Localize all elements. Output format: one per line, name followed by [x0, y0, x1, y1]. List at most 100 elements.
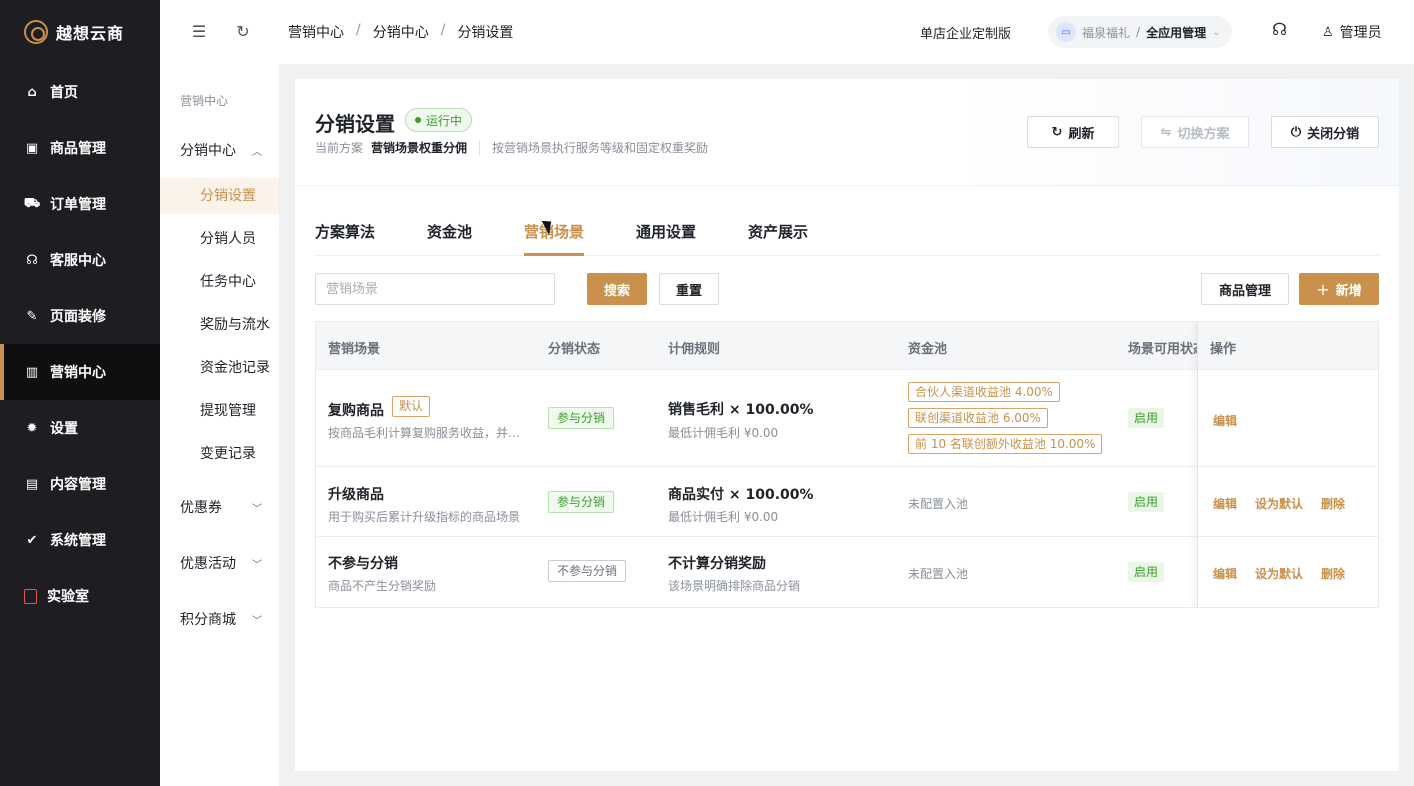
column-header: 分销状态	[548, 342, 601, 357]
commission-rule: 不计算分销奖励	[668, 556, 766, 572]
refresh-button[interactable]: ↻ 刷新	[1027, 116, 1119, 148]
delete-link[interactable]: 删除	[1321, 495, 1345, 512]
breadcrumb-item[interactable]: 分销中心	[373, 22, 429, 42]
scene-search-input[interactable]	[315, 273, 555, 305]
divider	[479, 140, 481, 155]
subnav-group-distribution[interactable]: 分销中心 ︿	[180, 140, 262, 160]
user-icon: ♙	[1322, 24, 1334, 40]
tab-general-settings[interactable]: 通用设置	[636, 221, 696, 256]
sidebar-item-goods[interactable]: ▣ 商品管理	[0, 120, 160, 176]
sidebar-item-label: 客服中心	[50, 253, 106, 269]
subnav-item-rewards[interactable]: 奖励与流水	[160, 307, 279, 343]
sidebar-item-orders[interactable]: ⛟ 订单管理	[0, 176, 160, 232]
chevron-down-icon: ﹀	[252, 559, 262, 571]
goods-management-button[interactable]: 商品管理	[1201, 273, 1289, 305]
user-name: 管理员	[1339, 25, 1382, 41]
fund-pool-empty: 未配置入池	[908, 567, 969, 581]
table-header: 营销场景 分销状态 计佣规则 资金池 场景可用状态 操作	[316, 322, 1378, 370]
plan-info: 当前方案 营销场景权重分佣 按营销场景执行服务等级和固定权重奖励	[315, 139, 708, 156]
set-default-link[interactable]: 设为默认	[1255, 565, 1303, 582]
sidebar-item-label: 内容管理	[50, 477, 106, 493]
fund-pool-empty: 未配置入池	[908, 497, 969, 511]
distribution-status-tag: 参与分销	[548, 407, 615, 429]
search-button[interactable]: 搜索	[587, 273, 647, 305]
table-row: 升级商品 用于购买后累计升级指标的商品场景 参与分销 商品实付 × 100.00…	[316, 467, 1378, 537]
delete-link[interactable]: 删除	[1321, 565, 1345, 582]
distribution-status-tag: 参与分销	[548, 491, 615, 513]
sidebar-item-marketing[interactable]: ▥ 营销中心	[0, 344, 160, 400]
default-badge: 默认	[392, 396, 431, 417]
plan-name: 营销场景权重分佣	[371, 141, 468, 155]
shop-icon: ▥	[25, 364, 39, 380]
brand[interactable]: 越想云商	[0, 0, 160, 64]
column-header: 计佣规则	[668, 342, 721, 357]
reset-button[interactable]: 重置	[659, 273, 719, 305]
breadcrumb-separator: /	[440, 22, 446, 38]
tab-fund-pool[interactable]: 资金池	[427, 221, 472, 256]
scene-name: 不参与分销	[328, 556, 398, 572]
edit-link[interactable]: 编辑	[1213, 565, 1237, 582]
set-default-link[interactable]: 设为默认	[1255, 495, 1303, 512]
add-label: 新增	[1335, 283, 1362, 299]
distribution-status-tag: 不参与分销	[548, 560, 627, 582]
subnav-group-promotions[interactable]: 优惠活动 ﹀	[180, 553, 262, 573]
org-switcher[interactable]: ▭ 福泉福礼 / 全应用管理 ⌄	[1048, 16, 1233, 48]
sidebar-item-label: 实验室	[47, 589, 89, 605]
sidebar-item-system[interactable]: ✔ 系统管理	[0, 512, 160, 568]
org-name: 福泉福礼	[1082, 25, 1131, 40]
subnav-group-label: 优惠券	[180, 500, 222, 516]
add-button[interactable]: + 新增	[1299, 273, 1379, 305]
commission-rule-sub: 最低计佣毛利 ¥0.00	[668, 510, 779, 524]
page-title: 分销设置	[315, 112, 395, 136]
sidebar-item-settings[interactable]: ✹ 设置	[0, 400, 160, 456]
sidebar-item-home[interactable]: ⌂ 首页	[0, 64, 160, 120]
edit-link[interactable]: 编辑	[1213, 495, 1237, 512]
edit-link[interactable]: 编辑	[1213, 412, 1237, 429]
scene-name: 升级商品	[328, 487, 384, 503]
subnav-item-withdrawals[interactable]: 提现管理	[160, 393, 279, 429]
scene-description: 按商品毛利计算复购服务收益，并…	[328, 426, 521, 440]
subnav-item-tasks[interactable]: 任务中心	[160, 264, 279, 300]
subnav-item-change-log[interactable]: 变更记录	[160, 436, 279, 472]
sidebar-item-content[interactable]: ▤ 内容管理	[0, 456, 160, 512]
breadcrumb-item: 分销设置	[457, 25, 514, 41]
refresh-icon: ↻	[1051, 124, 1063, 140]
status-badge: 运行中	[405, 108, 473, 132]
scenes-table: 营销场景 分销状态 计佣规则 资金池 场景可用状态 操作 复购商品 默认 按商品…	[315, 321, 1379, 608]
breadcrumb-item[interactable]: 营销中心	[288, 22, 344, 42]
sidebar-item-label: 商品管理	[50, 141, 106, 157]
sidebar-item-service[interactable]: ☊ 客服中心	[0, 232, 160, 288]
subnav-title: 营销中心	[180, 94, 229, 108]
switch-plan-button[interactable]: ⇋ 切换方案	[1141, 116, 1249, 148]
tab-asset-display[interactable]: 资产展示	[748, 221, 808, 256]
sidebar-item-lab[interactable]: 实验室	[0, 568, 160, 624]
tab-bar: 方案算法 资金池 营销场景 通用设置 资产展示	[315, 217, 1379, 256]
fund-pool-tag: 前 10 名联创额外收益池 10.00%	[908, 434, 1103, 454]
monitor-icon: ▭	[1056, 22, 1076, 42]
subnav-item-pool-records[interactable]: 资金池记录	[160, 350, 279, 386]
org-app: 全应用管理	[1146, 25, 1207, 40]
tab-plan-algorithm[interactable]: 方案算法	[315, 221, 375, 256]
column-header: 场景可用状态	[1128, 342, 1197, 357]
column-header: 操作	[1210, 342, 1237, 357]
fund-pool-tag: 联创渠道收益池 6.00%	[908, 408, 1048, 428]
reload-icon[interactable]: ↻	[234, 23, 252, 41]
main-sidebar: 越想云商 ⌂ 首页 ▣ 商品管理 ⛟ 订单管理 ☊ 客服中心 ✎ 页面装修 ▥ 营销中心 ✹…	[0, 0, 160, 786]
chevron-down-icon: ⌄	[1212, 26, 1221, 38]
column-header: 营销场景	[328, 342, 381, 357]
sidebar-item-decoration[interactable]: ✎ 页面装修	[0, 288, 160, 344]
headset-support-icon[interactable]: ☊	[1272, 20, 1287, 40]
subnav-group-coupons[interactable]: 优惠券 ﹀	[180, 497, 262, 517]
page-header: 分销设置 运行中 当前方案 营销场景权重分佣 按营销场景执行服务等级和固定权重奖…	[295, 79, 1399, 186]
subnav-group-points-mall[interactable]: 积分商城 ﹀	[180, 609, 262, 629]
home-icon: ⌂	[27, 84, 37, 100]
subnav-item-distribution-settings[interactable]: 分销设置	[160, 178, 279, 214]
fingerprint-logo-icon	[24, 20, 48, 44]
user-menu[interactable]: ♙ 管理员	[1322, 22, 1382, 42]
close-distribution-button[interactable]: ⏻ 关闭分销	[1271, 116, 1379, 148]
sidebar-item-label: 设置	[50, 421, 78, 437]
edition-label: 单店企业定制版	[920, 27, 1012, 42]
bag-icon: ▣	[25, 140, 39, 156]
subnav-item-distributors[interactable]: 分销人员	[160, 221, 279, 257]
collapse-menu-icon[interactable]: ☰	[190, 23, 208, 41]
